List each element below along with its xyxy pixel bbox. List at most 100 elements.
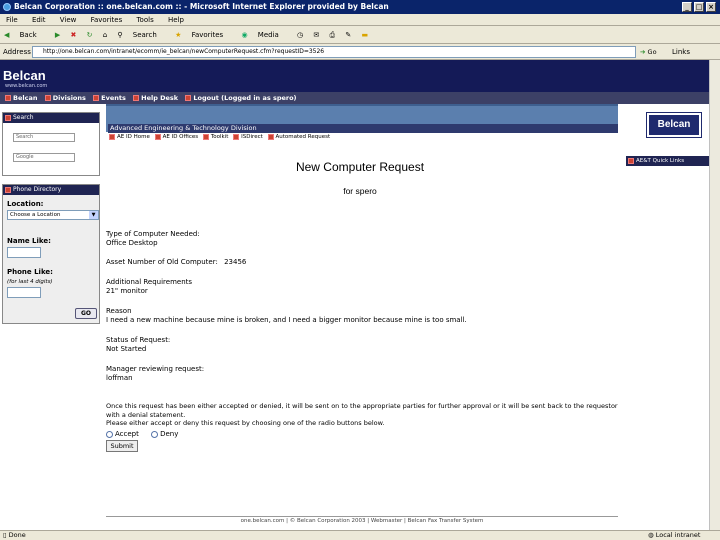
minimize-button[interactable]: _ — [682, 2, 692, 12]
menu-favorites[interactable]: Favorites — [91, 16, 123, 24]
submit-button[interactable]: Submit — [106, 440, 138, 452]
menu-view[interactable]: View — [60, 16, 77, 24]
address-label: Address — [3, 48, 31, 56]
reason-value: I need a new machine because mine is bro… — [106, 316, 467, 324]
site-logo-subtitle: www.belcan.com — [5, 83, 48, 89]
address-bar: Address http://one.belcan.com/intranet/e… — [0, 44, 720, 60]
page-viewport: Belcan www.belcan.com Belcan Divisions E… — [0, 60, 709, 530]
google-search-field[interactable]: Google — [13, 153, 75, 162]
name-input[interactable] — [7, 247, 41, 258]
link-bullet-icon — [202, 133, 209, 140]
menu-file[interactable]: File — [6, 16, 18, 24]
division-links: AE ID Home AE ID Offices Toolkit ISDirec… — [106, 132, 618, 143]
back-button[interactable]: ◀ Back — [4, 31, 45, 39]
link-bullet-icon — [109, 133, 115, 140]
phone-go-button[interactable]: GO — [75, 308, 97, 319]
go-button[interactable]: ➔ Go — [640, 46, 664, 58]
home-icon[interactable]: ⌂ — [103, 31, 107, 39]
manager-value: loffman — [106, 374, 133, 382]
phone-label: Phone Like: — [7, 268, 53, 276]
nav-bullet-icon — [185, 95, 192, 101]
menu-edit[interactable]: Edit — [32, 16, 46, 24]
additional-value: 21" monitor — [106, 287, 148, 295]
nav-item-belcan[interactable]: Belcan — [5, 92, 37, 104]
nav-item-divisions[interactable]: Divisions — [44, 92, 86, 104]
status-label: Status of Request: — [106, 336, 171, 344]
site-banner: Belcan www.belcan.com — [0, 60, 709, 92]
close-button[interactable]: × — [706, 2, 716, 12]
folder-icon[interactable]: ▬ — [361, 31, 368, 39]
location-select[interactable]: Choose a Location ▼ — [7, 210, 99, 220]
nav-item-logout[interactable]: Logout (Logged in as spero) — [185, 92, 297, 104]
division-header: Advanced Engineering & Technology Divisi… — [106, 104, 618, 133]
phone-directory-header: Phone Directory — [3, 185, 99, 195]
division-link-automated-request[interactable]: Automated Request — [267, 133, 330, 140]
sidebar-search-box: Search Search Google — [2, 112, 100, 176]
refresh-icon[interactable]: ↻ — [87, 31, 93, 39]
page-subtitle: for spero — [343, 186, 377, 196]
phone-directory-box: Phone Directory Location: Choose a Locat… — [2, 184, 100, 324]
nav-item-events[interactable]: Events — [93, 92, 126, 104]
approval-radios: Accept Deny — [106, 430, 178, 438]
back-arrow-icon: ◀ — [4, 31, 10, 39]
history-icon[interactable]: ◷ — [297, 31, 303, 39]
division-link-home[interactable]: AE ID Home — [109, 133, 150, 140]
menu-bar: File Edit View Favorites Tools Help — [0, 14, 720, 26]
asset-value: 23456 — [224, 258, 247, 266]
division-link-offices[interactable]: AE ID Offices — [154, 133, 198, 140]
location-label: Location: — [7, 200, 44, 208]
link-bullet-icon — [267, 133, 274, 140]
link-bullet-icon — [233, 133, 240, 140]
accept-radio[interactable]: Accept — [106, 430, 139, 438]
vertical-scrollbar[interactable] — [709, 60, 720, 530]
footer-divider — [106, 516, 618, 517]
asset-label: Asset Number of Old Computer: 23456 — [106, 258, 247, 266]
mail-icon[interactable]: ✉ — [313, 31, 319, 39]
link-bullet-icon — [154, 133, 161, 140]
menu-help[interactable]: Help — [168, 16, 184, 24]
manager-label: Manager reviewing request: — [106, 365, 205, 373]
address-input[interactable]: http://one.belcan.com/intranet/ecomm/ie_… — [32, 46, 636, 58]
page-icon: ▯ — [3, 531, 7, 539]
search-box-header: Search — [3, 113, 99, 123]
nav-bullet-icon — [44, 95, 51, 101]
links-button[interactable]: Links — [672, 48, 690, 56]
nav-bullet-icon — [5, 95, 11, 101]
phone-input[interactable] — [7, 287, 41, 298]
name-label: Name Like: — [7, 237, 51, 245]
media-button[interactable]: ◉ Media — [241, 31, 286, 39]
division-link-isdirect[interactable]: ISDirect — [233, 133, 263, 140]
favorites-button[interactable]: ★ Favorites — [175, 31, 231, 39]
site-logo[interactable]: Belcan — [3, 68, 46, 83]
belcan-button[interactable]: Belcan — [646, 112, 702, 138]
quick-links-header[interactable]: AE&T Quick Links — [626, 156, 709, 166]
header-bullet-icon — [628, 157, 634, 164]
radio-icon[interactable] — [151, 430, 159, 438]
type-label: Type of Computer Needed: — [106, 230, 200, 238]
chevron-down-icon[interactable]: ▼ — [89, 211, 98, 219]
menu-tools[interactable]: Tools — [136, 16, 153, 24]
status-value: Not Started — [106, 345, 147, 353]
deny-radio[interactable]: Deny — [151, 430, 178, 438]
search-icon: ⚲ — [117, 31, 123, 39]
nav-item-help-desk[interactable]: Help Desk — [133, 92, 178, 104]
status-bar: ▯ Done ◍ Local intranet — [0, 530, 720, 540]
print-icon[interactable]: ⎙ — [330, 31, 336, 39]
go-arrow-icon: ➔ — [640, 48, 646, 56]
type-value: Office Desktop — [106, 239, 158, 247]
status-zone: ◍ Local intranet — [648, 531, 701, 539]
maximize-button[interactable]: □ — [694, 2, 704, 12]
search-button[interactable]: ⚲ Search — [117, 31, 164, 39]
search-field[interactable]: Search — [13, 133, 75, 142]
ie-logo-icon — [3, 3, 11, 11]
nav-bullet-icon — [93, 95, 100, 101]
division-link-toolkit[interactable]: Toolkit — [202, 133, 228, 140]
site-nav: Belcan Divisions Events Help Desk Logout… — [0, 92, 709, 104]
forward-button[interactable]: ▶ — [55, 31, 60, 39]
toolbar: ◀ Back ▶ ✖ ↻ ⌂ ⚲ Search ★ Favorites ◉ Me… — [0, 26, 720, 44]
edit-icon[interactable]: ✎ — [345, 31, 351, 39]
radio-icon[interactable] — [106, 430, 113, 438]
additional-label: Additional Requirements — [106, 278, 193, 286]
nav-bullet-icon — [133, 95, 140, 101]
stop-icon[interactable]: ✖ — [70, 31, 76, 39]
